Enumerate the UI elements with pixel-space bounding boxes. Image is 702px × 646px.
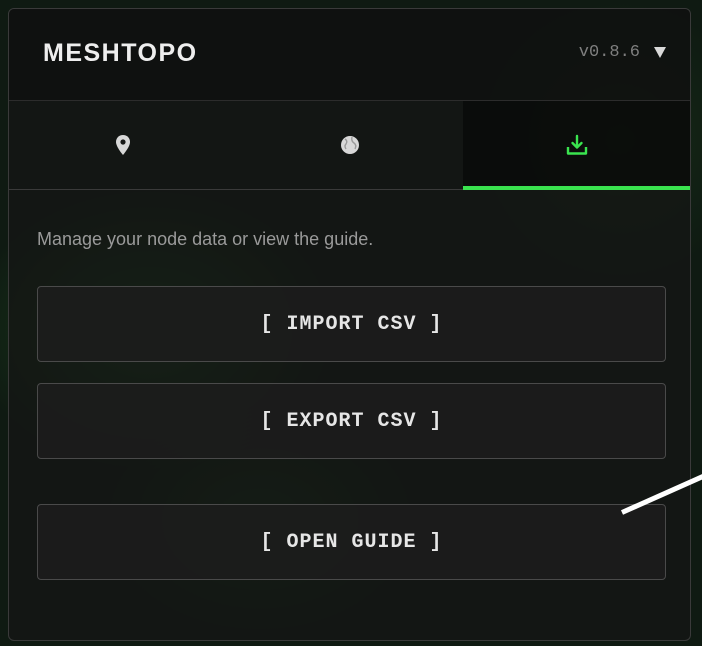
globe-icon — [340, 136, 359, 154]
map-pin-icon — [115, 135, 130, 155]
panel-description: Manage your node data or view the guide. — [37, 229, 374, 249]
export-csv-button[interactable]: [ EXPORT CSV ] — [37, 383, 666, 459]
version-selector[interactable]: v0.8.6 — [579, 43, 666, 62]
tab-map[interactable] — [236, 101, 463, 189]
version-label: v0.8.6 — [578, 43, 640, 62]
open-guide-button[interactable]: [ OPEN GUIDE ] — [37, 504, 666, 580]
tab-nodes[interactable] — [9, 101, 236, 189]
import-csv-button[interactable]: [ IMPORT CSV ] — [37, 286, 666, 362]
data-panel: MESHTOPO v0.8.6 Manage your node data or… — [8, 8, 691, 641]
app-title: MESHTOPO — [43, 39, 198, 67]
download-icon — [566, 134, 587, 155]
tab-bar — [9, 101, 690, 190]
panel-header: MESHTOPO v0.8.6 — [9, 9, 690, 101]
tab-data[interactable] — [463, 101, 690, 190]
caret-down-icon[interactable] — [654, 47, 666, 58]
